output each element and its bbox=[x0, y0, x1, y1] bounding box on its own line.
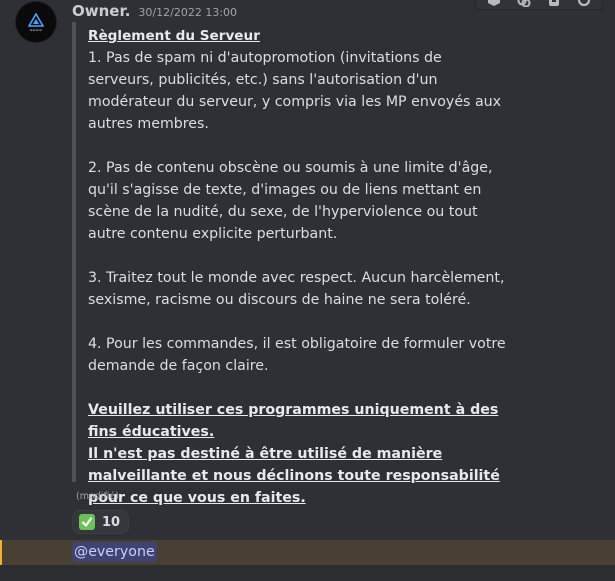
check-mark-icon bbox=[79, 514, 95, 530]
mention-message: @everyone bbox=[0, 540, 615, 565]
reaction-icon bbox=[488, 0, 500, 6]
rule-1: 1. Pas de spam ni d'autopromotion (invit… bbox=[88, 50, 502, 132]
message: ▬▬▬▬ Owner. 30/12/2022 13:00 Règlement d… bbox=[0, 0, 615, 540]
link-icon bbox=[517, 0, 531, 7]
edited-label: (modifié) bbox=[76, 491, 119, 502]
copy-link-button[interactable] bbox=[510, 0, 538, 7]
rule-2: 2. Pas de contenu obscène ou soumis à un… bbox=[88, 160, 493, 242]
bookmark-icon bbox=[549, 0, 559, 6]
reaction-pill[interactable]: 10 bbox=[72, 510, 130, 534]
author-name[interactable]: Owner. bbox=[72, 2, 130, 20]
rule-3: 3. Traitez tout le monde avec respect. A… bbox=[88, 270, 505, 308]
reaction-count: 10 bbox=[102, 514, 121, 530]
message-toolbar bbox=[475, 0, 603, 10]
rules-quote: Règlement du Serveur 1. Pas de spam ni d… bbox=[72, 22, 512, 506]
everyone-mention[interactable]: @everyone bbox=[72, 542, 157, 562]
disclaimer-2: Il n'est pas destiné à être utilisé de m… bbox=[88, 446, 500, 506]
more-icon bbox=[577, 0, 591, 7]
more-button[interactable] bbox=[570, 0, 598, 7]
message-header: Owner. 30/12/2022 13:00 bbox=[72, 2, 237, 22]
logo-wordmark: ▬▬▬▬ bbox=[29, 27, 43, 32]
message-divider bbox=[0, 565, 615, 581]
server-logo-icon bbox=[28, 12, 44, 27]
timestamp: 30/12/2022 13:00 bbox=[138, 6, 238, 19]
add-reaction-button[interactable] bbox=[480, 0, 508, 7]
rule-4: 4. Pour les commandes, il est obligatoir… bbox=[88, 336, 506, 374]
bookmark-button[interactable] bbox=[540, 0, 568, 7]
rules-title: Règlement du Serveur bbox=[88, 28, 260, 44]
avatar[interactable]: ▬▬▬▬ bbox=[16, 2, 56, 42]
disclaimer-1: Veuillez utiliser ces programmes uniquem… bbox=[88, 402, 499, 440]
